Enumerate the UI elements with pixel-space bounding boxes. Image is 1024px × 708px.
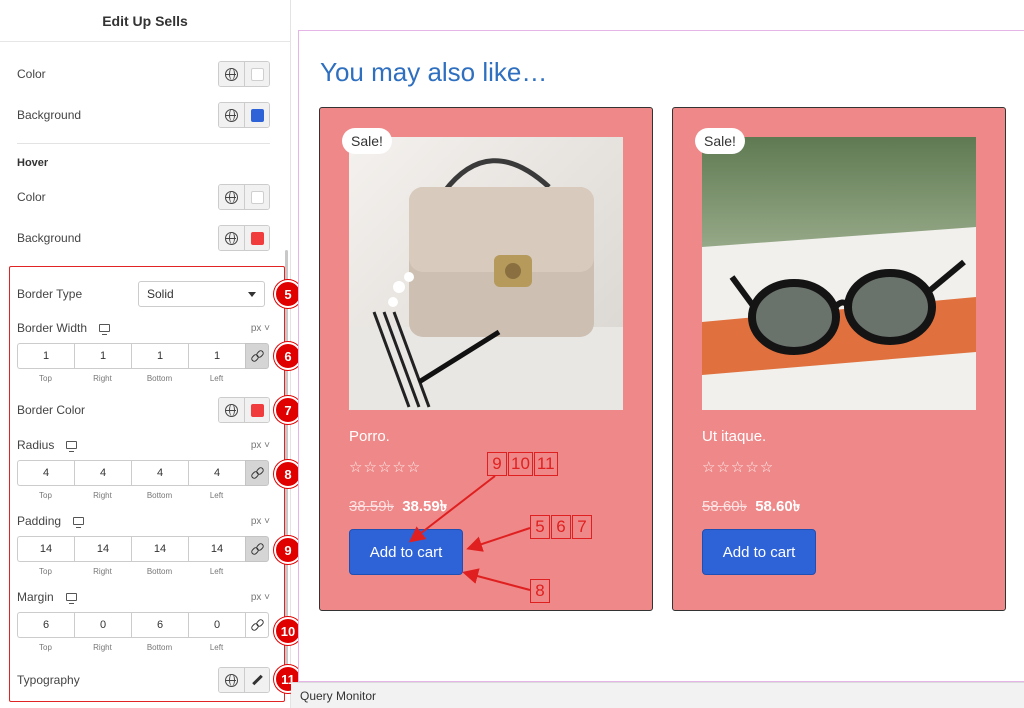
screen: Edit Up Sells Color Background Hover Col…: [0, 0, 1024, 708]
arrow-to-button-border: [466, 527, 531, 552]
sale-badge: Sale!: [695, 128, 745, 154]
sale-badge: Sale!: [342, 128, 392, 154]
query-monitor-bar[interactable]: Query Monitor: [291, 682, 1024, 708]
arrow-to-button-corner: [462, 568, 531, 591]
arrow-to-button-text: [408, 475, 496, 543]
annotation-arrows: [408, 475, 531, 591]
